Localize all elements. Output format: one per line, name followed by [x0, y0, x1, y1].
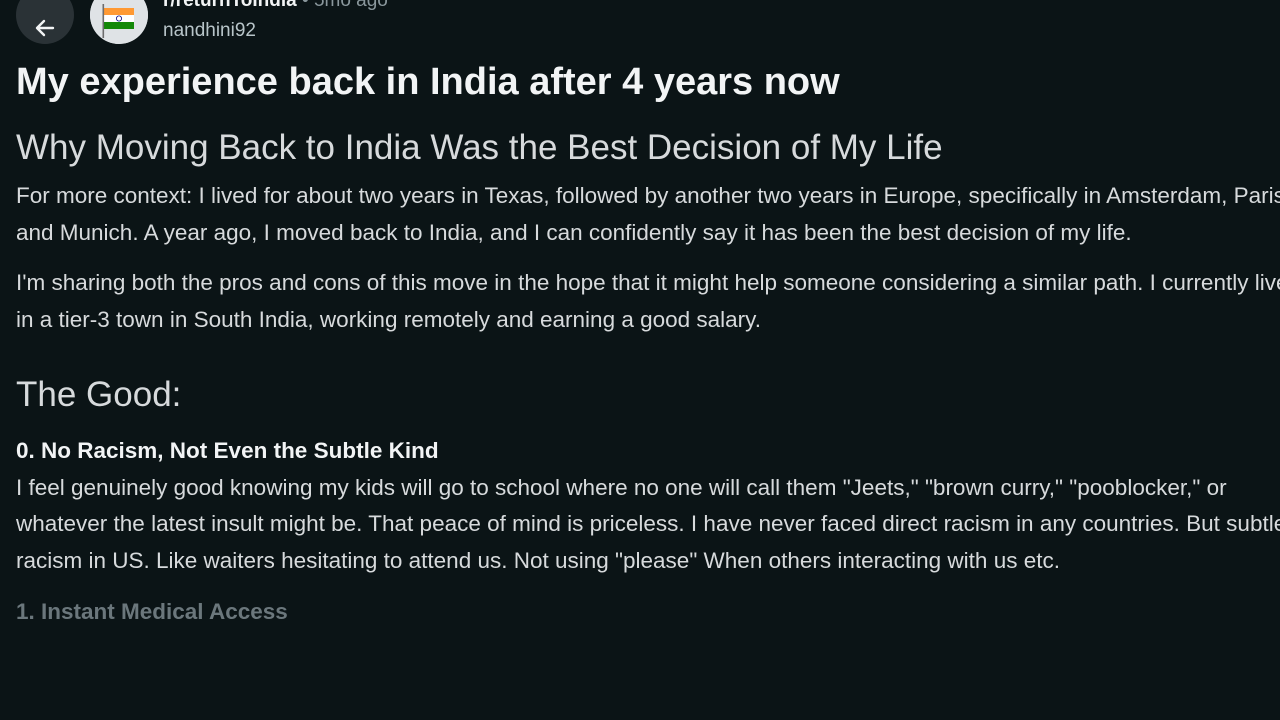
post-page: r/returnToIndia • 5mo ago nandhini92 My … [0, 0, 1280, 720]
post-meta: r/returnToIndia • 5mo ago [163, 0, 388, 12]
point-title-medical-access: 1. Instant Medical Access [16, 598, 288, 624]
post-subtitle: Why Moving Back to India Was the Best De… [16, 128, 943, 167]
post-age: 5mo ago [313, 0, 388, 11]
point-body-no-racism: I feel genuinely good knowing my kids wi… [16, 474, 1280, 573]
subreddit-avatar[interactable] [90, 0, 148, 44]
arrow-left-icon [33, 16, 57, 40]
paragraph-intro: I'm sharing both the pros and cons of th… [16, 270, 1280, 333]
point-title-no-racism: 0. No Racism, Not Even the Subtle Kind [16, 437, 439, 463]
back-button[interactable] [16, 0, 74, 44]
post-content: My experience back in India after 4 year… [16, 56, 1280, 630]
india-flag-avatar [90, 0, 148, 44]
author-link[interactable]: nandhini92 [163, 20, 256, 42]
section-heading-good: The Good: [16, 374, 182, 414]
meta-separator: • [302, 0, 309, 11]
paragraph-context: For more context: I lived for about two … [16, 183, 1280, 245]
post-title: My experience back in India after 4 year… [16, 61, 840, 103]
subreddit-link[interactable]: r/returnToIndia [163, 0, 297, 11]
